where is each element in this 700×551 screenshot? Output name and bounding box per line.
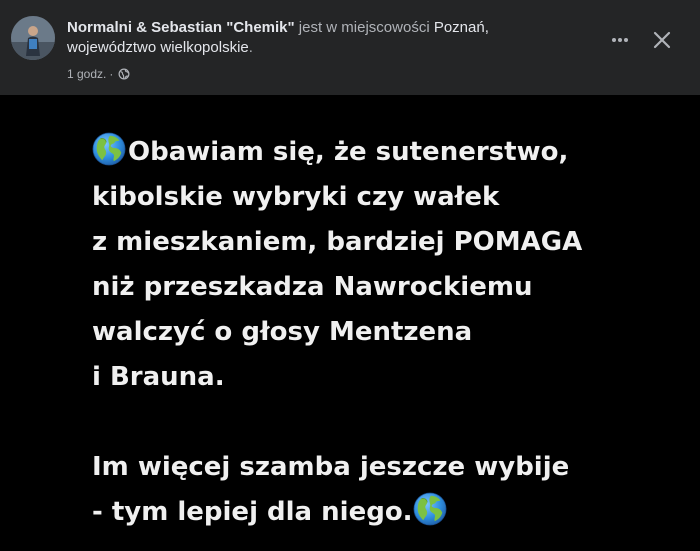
post-header: Normalni & Sebastian "Chemik" jest w mie… xyxy=(0,0,700,95)
more-options-button[interactable] xyxy=(602,22,638,58)
post-body: Obawiam się, że sutenerstwo, kibolskie w… xyxy=(0,95,700,551)
close-icon xyxy=(653,31,671,49)
checkin-text: jest w miejscowości xyxy=(294,19,434,36)
post-text-line: i Brauna. xyxy=(92,362,225,392)
globe-icon[interactable] xyxy=(118,68,130,80)
post-text-line: - tym lepiej dla niego. xyxy=(92,490,682,535)
post-text: Obawiam się, że sutenerstwo, kibolskie w… xyxy=(92,130,682,535)
location-suffix: . xyxy=(248,39,253,56)
post-meta: 1 godz. · xyxy=(67,67,130,81)
avatar[interactable] xyxy=(11,16,55,60)
post-text-line: niż przeszkadza Nawrockiemu xyxy=(92,272,533,302)
author-name[interactable]: Normalni & Sebastian "Chemik" xyxy=(67,19,295,36)
post-card: Normalni & Sebastian "Chemik" jest w mie… xyxy=(0,0,700,551)
post-timestamp[interactable]: 1 godz. xyxy=(67,67,106,81)
globe-emoji-icon xyxy=(92,132,126,166)
post-text-line: walczyć o głosy Mentzena xyxy=(92,317,473,347)
post-text-line: Obawiam się, że sutenerstwo, xyxy=(92,130,682,175)
avatar-image xyxy=(11,16,55,60)
post-text-line: z mieszkaniem, bardziej POMAGA xyxy=(92,227,583,257)
globe-emoji-icon xyxy=(413,492,447,526)
post-text-line: Im więcej szamba jeszcze wybije xyxy=(92,452,570,482)
post-text-line: kibolskie wybryki czy wałek xyxy=(92,182,500,212)
more-dots-icon xyxy=(612,38,628,42)
close-button[interactable] xyxy=(644,22,680,58)
meta-separator: · xyxy=(109,67,114,81)
post-header-text: Normalni & Sebastian "Chemik" jest w mie… xyxy=(67,18,577,58)
